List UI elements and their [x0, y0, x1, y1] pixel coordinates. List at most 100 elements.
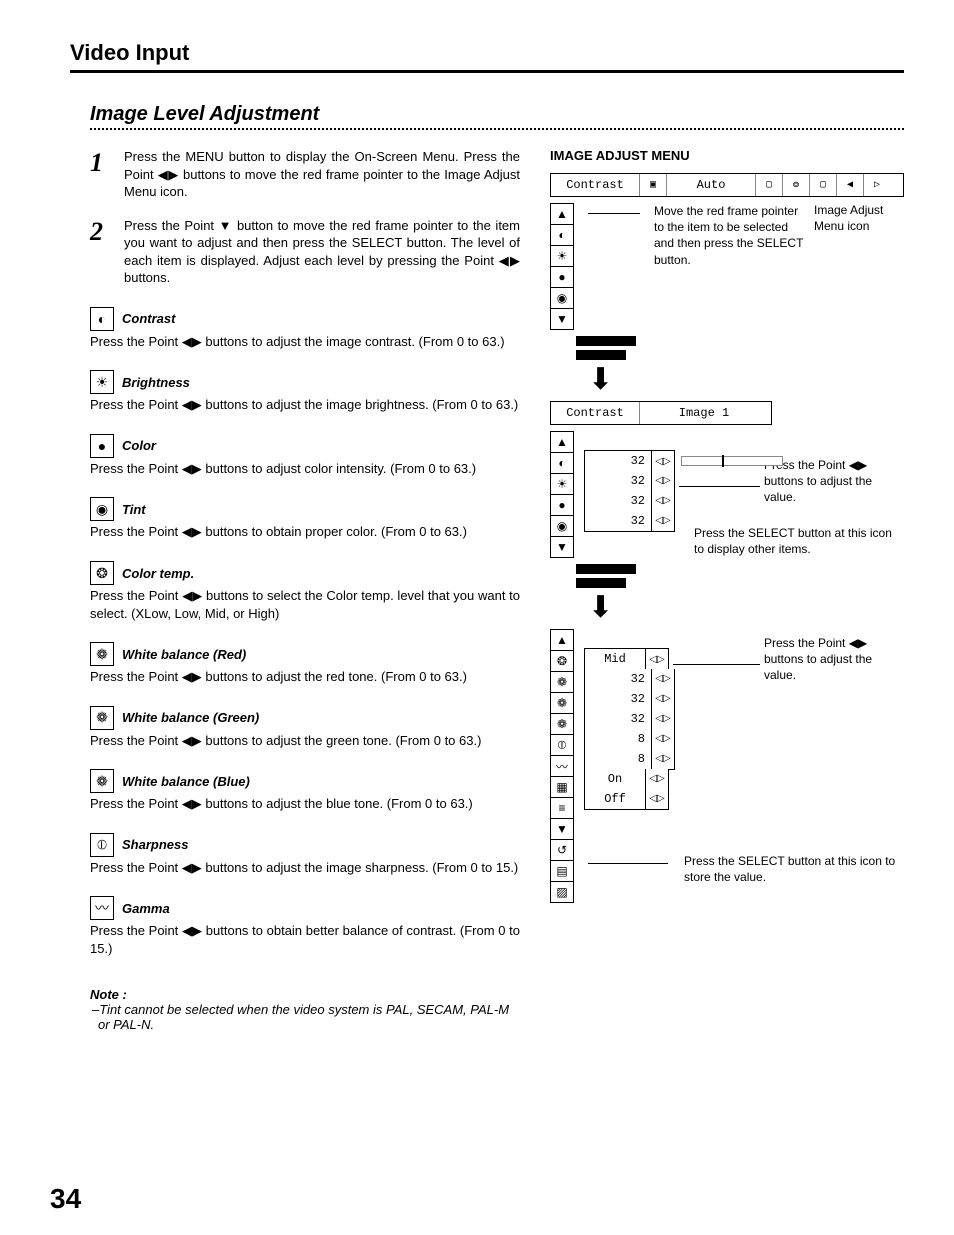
adjustment-label: Contrast [122, 311, 175, 326]
adjustment-desc: Press the Point ◀▶ buttons to obtain bet… [90, 922, 520, 957]
value-box: 32 [584, 511, 652, 532]
annotation-select-store: Press the SELECT button at this icon to … [684, 853, 904, 885]
store-icon[interactable]: ▤ [550, 861, 574, 882]
osd-contrast-label: Contrast [551, 174, 640, 196]
value-box: 32 [584, 491, 652, 512]
adjustment-tint: ◉ Tint Press the Point ◀▶ buttons to obt… [90, 497, 520, 541]
gamma-icon[interactable]: 〰 [550, 756, 574, 777]
lr-adjust[interactable]: ◁▷ [652, 471, 675, 492]
osd-icon-column: ▲ ❂ ❁ ❁ ❁ ⦶ 〰 ▦ ≡ ▼ ↺ ▤ ▨ [550, 629, 572, 903]
adjustment-desc: Press the Point ◀▶ buttons to adjust the… [90, 732, 520, 750]
brightness-icon[interactable]: ☀ [550, 246, 574, 267]
lr-adjust[interactable]: ◁▷ [646, 769, 669, 790]
adjustment-desc: Press the Point ◀▶ buttons to adjust the… [90, 396, 520, 414]
lr-adjust[interactable]: ◁▷ [652, 511, 675, 532]
adjustment-gamma: 〰 Gamma Press the Point ◀▶ buttons to ob… [90, 896, 520, 957]
value-box: 32 [584, 689, 652, 710]
menu-icon[interactable]: ≡ [550, 798, 574, 819]
lr-adjust[interactable]: ◁▷ [652, 669, 675, 690]
osd-icon: ▣ [640, 174, 667, 196]
adjustment-label: White balance (Green) [122, 710, 259, 725]
osd-icon: ▷ [864, 174, 890, 196]
value-box: 8 [584, 729, 652, 750]
brightness-icon[interactable]: ☀ [550, 474, 574, 495]
note-block: Note : –Tint cannot be selected when the… [90, 987, 520, 1032]
adjustment-label: Brightness [122, 375, 190, 390]
slider[interactable] [681, 456, 783, 466]
osd-icon-column: ▲ ◐ ☀ ● ◉ ▼ [550, 203, 572, 330]
down-arrow-icon[interactable]: ▼ [550, 537, 574, 558]
adjustment-desc: Press the Point ◀▶ buttons to select the… [90, 587, 520, 622]
colortemp-icon[interactable]: ❂ [550, 651, 574, 672]
lr-adjust[interactable]: ◁▷ [646, 789, 669, 810]
annotation-select-other: Press the SELECT button at this icon to … [694, 525, 904, 557]
lr-adjust[interactable]: ◁▷ [646, 648, 669, 670]
adjustment-desc: Press the Point ◀▶ buttons to adjust the… [90, 668, 520, 686]
down-arrow-icon[interactable]: ▼ [550, 309, 574, 330]
lr-adjust[interactable]: ◁▷ [652, 749, 675, 770]
step-number: 2 [90, 217, 110, 287]
wb-blue-icon[interactable]: ❁ [550, 714, 574, 735]
page-title: Video Input [70, 40, 904, 73]
tint-icon[interactable]: ◉ [550, 516, 574, 537]
color-icon[interactable]: ● [550, 267, 574, 288]
down-arrow-icon: ⬇ [588, 594, 904, 621]
osd-icon: ❂ [783, 174, 810, 196]
value-box: On [584, 769, 646, 790]
step-2: 2 Press the Point ▼ button to move the r… [90, 217, 520, 287]
osd-top-bar: Contrast ▣ Auto ▢ ❂ ▢ ◀ ▷ [550, 173, 904, 197]
lr-adjust[interactable]: ◁▷ [652, 450, 675, 472]
lr-adjust[interactable]: ◁▷ [652, 491, 675, 512]
step-1: 1 Press the MENU button to display the O… [90, 148, 520, 201]
black-bars [576, 336, 904, 360]
lr-adjust[interactable]: ◁▷ [652, 729, 675, 750]
left-column: 1 Press the MENU button to display the O… [90, 148, 520, 1032]
osd-menu-title: IMAGE ADJUST MENU [550, 148, 904, 163]
osd-contrast-label: Contrast [551, 402, 640, 424]
contrast-icon[interactable]: ◐ [550, 453, 574, 474]
color-icon: ● [90, 434, 114, 458]
tint-icon[interactable]: ◉ [550, 288, 574, 309]
adjustment-desc: Press the Point ◀▶ buttons to adjust the… [90, 795, 520, 813]
lr-adjust[interactable]: ◁▷ [652, 689, 675, 710]
adjustment-colortemp: ❂ Color temp. Press the Point ◀▶ buttons… [90, 561, 520, 622]
adjustment-desc: Press the Point ◀▶ buttons to adjust the… [90, 859, 520, 877]
reset-icon[interactable]: ↺ [550, 840, 574, 861]
sharpness-icon[interactable]: ⦶ [550, 735, 574, 756]
adjustment-desc: Press the Point ◀▶ buttons to obtain pro… [90, 523, 520, 541]
color-icon[interactable]: ● [550, 495, 574, 516]
up-arrow-icon[interactable]: ▲ [550, 431, 574, 453]
up-arrow-icon[interactable]: ▲ [550, 203, 574, 225]
osd-icon: ◀ [837, 174, 864, 196]
adjustment-wb-green: ❁ White balance (Green) Press the Point … [90, 706, 520, 750]
adjustment-label: Sharpness [122, 837, 188, 852]
step-text: Press the Point ▼ button to move the red… [124, 217, 520, 287]
step-number: 1 [90, 148, 110, 201]
tint-icon: ◉ [90, 497, 114, 521]
wb-red-icon: ❁ [90, 642, 114, 666]
wb-green-icon: ❁ [90, 706, 114, 730]
quit-icon[interactable]: ▨ [550, 882, 574, 903]
note-text: –Tint cannot be selected when the video … [98, 1002, 520, 1032]
value-box: 8 [584, 749, 652, 770]
annotation-menu-icon: Image Adjust Menu icon [814, 203, 904, 268]
gamma-icon: 〰 [90, 896, 114, 920]
value-box: Off [584, 789, 646, 810]
wb-blue-icon: ❁ [90, 769, 114, 793]
down-arrow-icon[interactable]: ▼ [550, 819, 574, 840]
lr-adjust[interactable]: ◁▷ [652, 709, 675, 730]
contrast-icon[interactable]: ◐ [550, 225, 574, 246]
osd-icon: ▢ [810, 174, 837, 196]
wb-green-icon[interactable]: ❁ [550, 693, 574, 714]
page-number: 34 [50, 1183, 81, 1215]
adjustment-label: Color temp. [122, 566, 194, 581]
adjustment-brightness: ☀ Brightness Press the Point ◀▶ buttons … [90, 370, 520, 414]
menu-icon[interactable]: ▦ [550, 777, 574, 798]
value-box: 32 [584, 669, 652, 690]
adjustment-label: White balance (Red) [122, 647, 246, 662]
wb-red-icon[interactable]: ❁ [550, 672, 574, 693]
up-arrow-icon[interactable]: ▲ [550, 629, 574, 651]
down-arrow-icon: ⬇ [588, 366, 904, 393]
value-box: 32 [584, 709, 652, 730]
value-box: Mid [584, 648, 646, 670]
